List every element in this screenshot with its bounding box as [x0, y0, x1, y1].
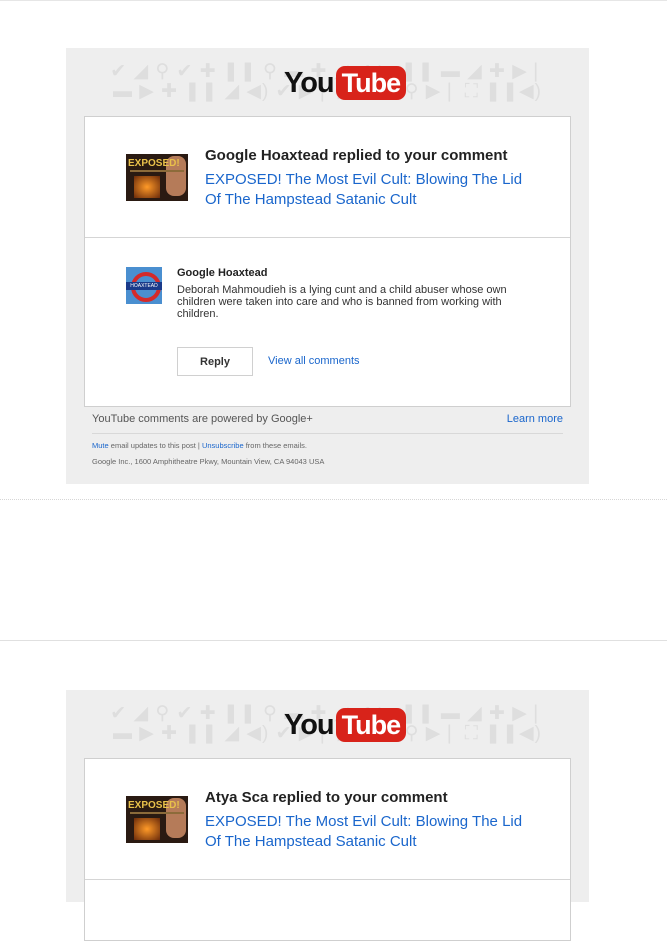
notification-header: EXPOSED! Google Hoaxtead replied to your… [85, 117, 570, 238]
email-separator-dotted [0, 499, 667, 500]
company-address: Google Inc., 1600 Amphitheatre Pkwy, Mou… [92, 457, 325, 466]
youtube-logo[interactable]: You Tube [284, 706, 407, 744]
unsubscribe-text: from these emails. [243, 441, 307, 450]
powered-by-text: YouTube comments are powered by Google+ [92, 413, 313, 425]
view-all-comments-link[interactable]: View all comments [268, 355, 360, 367]
youtube-banner: ✔ ◢ ⚲ ✔ ✚ ❚❚ ⚲ ▬ ✚ ◢ ✔ ▶ ❚❚ ▬ ◢ ✚ ▶❘ ▬ ▶… [66, 690, 589, 758]
logo-tube: Tube [335, 708, 407, 742]
notification-card: EXPOSED! Atya Sca replied to your commen… [84, 758, 571, 941]
youtube-logo[interactable]: You Tube [284, 64, 407, 102]
video-title-link[interactable]: EXPOSED! The Most Evil Cult: Blowing The… [205, 170, 535, 210]
top-border [0, 0, 667, 1]
thumbnail-underline [130, 812, 184, 814]
thumbnail-glow [134, 176, 160, 198]
notification-card: EXPOSED! Google Hoaxtead replied to your… [84, 116, 571, 407]
email-footer: YouTube comments are powered by Google+ … [66, 407, 589, 488]
avatar-bar: HOAXTEAD [126, 282, 162, 290]
footer-divider [92, 433, 563, 434]
comment-section [85, 880, 570, 940]
mute-text: email updates to this post | [108, 441, 202, 450]
video-thumbnail[interactable]: EXPOSED! [126, 796, 188, 843]
notification-title: Atya Sca replied to your comment [205, 789, 448, 806]
notification-header: EXPOSED! Atya Sca replied to your commen… [85, 759, 570, 880]
thumbnail-text: EXPOSED! [128, 800, 180, 811]
mute-line: Mute email updates to this post | Unsubs… [92, 441, 307, 450]
notification-title: Google Hoaxtead replied to your comment [205, 147, 508, 164]
logo-you: You [284, 67, 335, 99]
video-title-link[interactable]: EXPOSED! The Most Evil Cult: Blowing The… [205, 812, 535, 852]
email-notification-1: ✔ ◢ ⚲ ✔ ✚ ❚❚ ⚲ ▬ ✚ ◢ ✔ ▶ ❚❚ ▬ ◢ ✚ ▶❘ ▬ ▶… [66, 48, 589, 484]
comment-section: HOAXTEAD Google Hoaxtead Deborah Mahmoud… [85, 238, 570, 406]
video-thumbnail[interactable]: EXPOSED! [126, 154, 188, 201]
reply-button[interactable]: Reply [177, 347, 253, 376]
commenter-name[interactable]: Google Hoaxtead [177, 267, 267, 279]
unsubscribe-link[interactable]: Unsubscribe [202, 441, 244, 450]
thumbnail-underline [130, 170, 184, 172]
comment-text: Deborah Mahmoudieh is a lying cunt and a… [177, 284, 507, 320]
email-separator [0, 640, 667, 641]
learn-more-link[interactable]: Learn more [507, 413, 563, 425]
thumbnail-glow [134, 818, 160, 840]
avatar[interactable]: HOAXTEAD [126, 267, 162, 304]
mute-link[interactable]: Mute [92, 441, 109, 450]
logo-you: You [284, 709, 335, 741]
thumbnail-text: EXPOSED! [128, 158, 180, 169]
logo-tube: Tube [335, 66, 407, 100]
email-notification-2: ✔ ◢ ⚲ ✔ ✚ ❚❚ ⚲ ▬ ✚ ◢ ✔ ▶ ❚❚ ▬ ◢ ✚ ▶❘ ▬ ▶… [66, 690, 589, 941]
youtube-banner: ✔ ◢ ⚲ ✔ ✚ ❚❚ ⚲ ▬ ✚ ◢ ✔ ▶ ❚❚ ▬ ◢ ✚ ▶❘ ▬ ▶… [66, 48, 589, 116]
